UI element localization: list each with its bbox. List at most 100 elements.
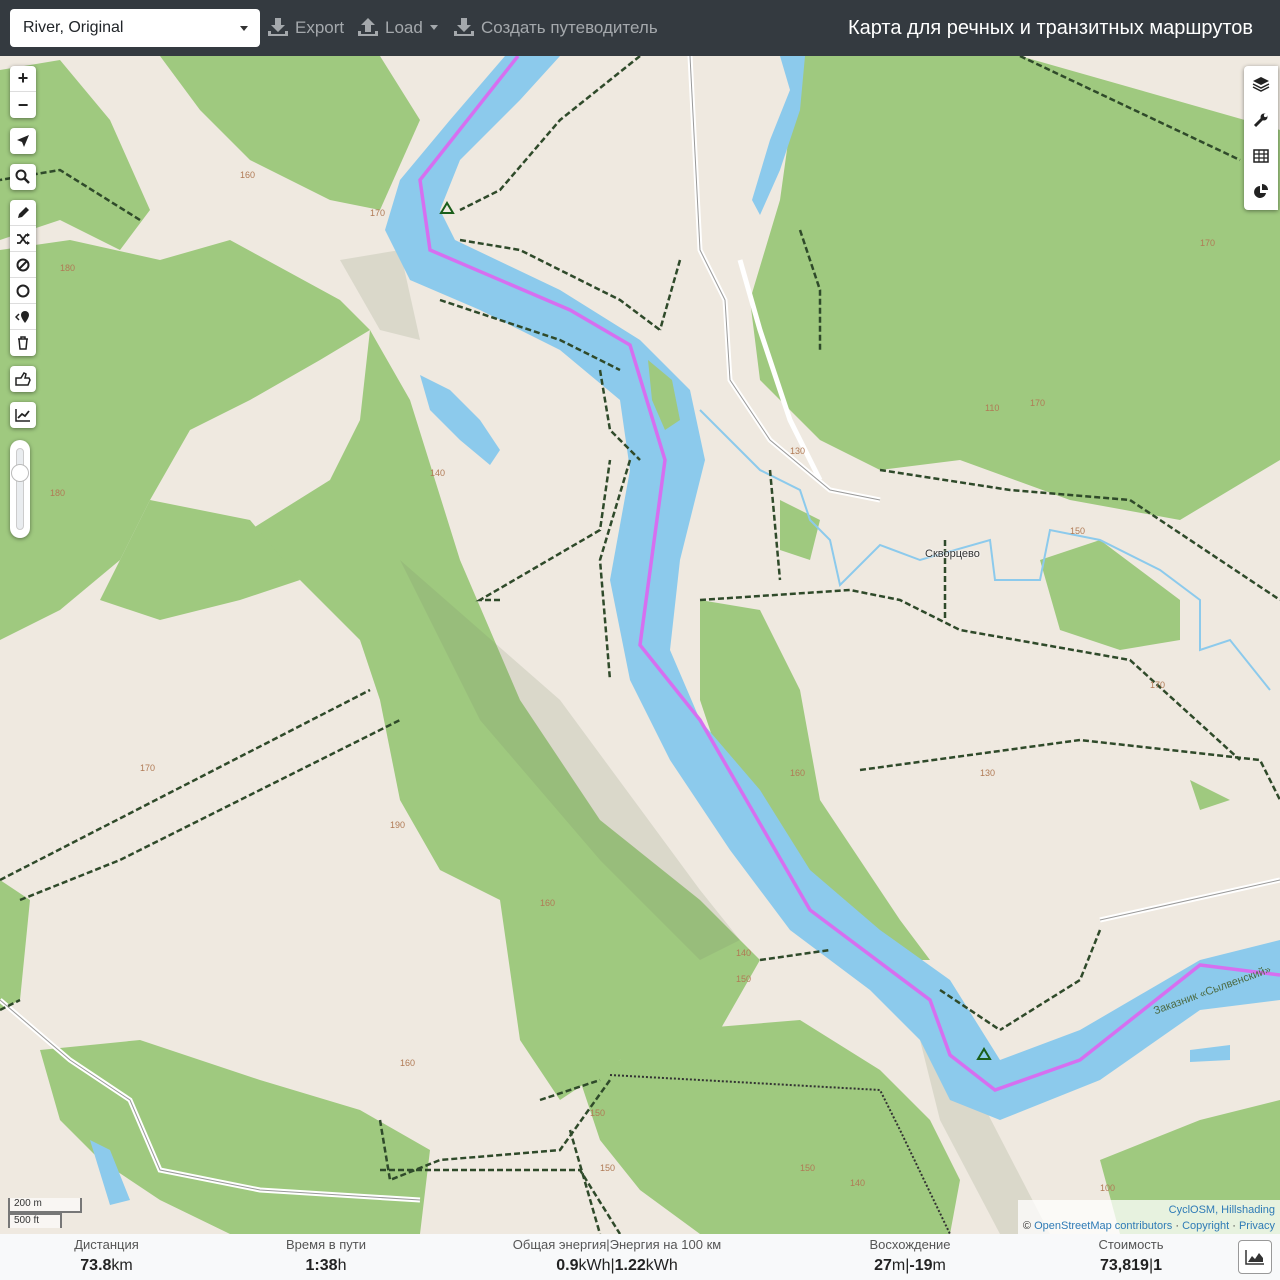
thumb-button[interactable]	[10, 366, 36, 392]
stat-time: Время в пути 1:38h	[275, 1234, 377, 1277]
locate-control	[10, 128, 36, 154]
privacy-link[interactable]: Privacy	[1239, 1220, 1275, 1232]
draw-toolbar	[10, 200, 36, 356]
stat-energy-per100-unit: kWh	[645, 1257, 678, 1274]
opacity-slider-track	[16, 448, 24, 530]
custom-control	[10, 366, 36, 392]
table-icon	[1253, 149, 1269, 163]
stat-energy-value: 0.9	[556, 1257, 579, 1274]
stat-cost-value: 73,819	[1100, 1257, 1149, 1274]
circle-icon	[16, 284, 30, 297]
map-canvas[interactable]: 180 180 170 160 190 140 160 150 140 150 160 130 110 1…	[0, 56, 1280, 1234]
right-toolbar	[1244, 66, 1278, 210]
locate-icon	[17, 135, 29, 147]
profile-select[interactable]: River, Original	[10, 9, 260, 47]
contour-label: 180	[50, 488, 65, 498]
delete-route-button[interactable]	[10, 330, 36, 356]
contour-label: 150	[1070, 526, 1085, 536]
elevation-button[interactable]	[10, 402, 36, 428]
contour-label: 150	[800, 1163, 815, 1173]
map-tiles: 180 180 170 160 190 140 160 150 140 150 160 130 110 1…	[0, 56, 1280, 1234]
attribution: CyclOSM, Hillshading © OpenStreetMap con…	[1017, 1200, 1280, 1236]
stat-energy-unit: kWh	[578, 1257, 611, 1274]
stat-cost-value2: 1	[1153, 1257, 1162, 1274]
stat-distance-value: 73.8	[80, 1257, 112, 1274]
trash-icon	[18, 336, 28, 350]
contour-label: 180	[60, 263, 75, 273]
thumb-icon	[15, 372, 31, 386]
contour-label: 150	[736, 974, 751, 984]
stat-distance: Дистанция 73.8km	[60, 1234, 153, 1277]
stat-time-unit: h	[337, 1257, 347, 1274]
profile-select-value: River, Original	[23, 19, 124, 36]
zoom-out-button[interactable]: −	[10, 92, 36, 118]
contour-label: 160	[540, 898, 555, 908]
wrench-icon	[1253, 113, 1268, 128]
app-title: Карта для речных и транзитных маршрутов	[847, 17, 1253, 39]
osm-link[interactable]: OpenStreetMap contributors	[1034, 1220, 1172, 1232]
contour-label: 160	[790, 768, 805, 778]
search-control	[10, 164, 36, 190]
stat-ascent-unit: m	[891, 1257, 906, 1274]
zoom-in-button[interactable]: +	[10, 66, 36, 92]
contour-label: 130	[790, 446, 805, 456]
elevation-icon	[15, 409, 30, 422]
locate-button[interactable]	[10, 128, 36, 154]
contour-label: 100	[1100, 1183, 1115, 1193]
stat-energy-label: Общая энергия|Энергия на 100 км	[512, 1237, 722, 1252]
contour-label: 170	[1030, 398, 1045, 408]
contour-label: 160	[400, 1058, 415, 1068]
stat-descent-value: -19	[909, 1257, 933, 1274]
opacity-slider[interactable]	[10, 440, 30, 538]
area-chart-icon	[1245, 1250, 1264, 1265]
export-label: Export	[295, 18, 345, 37]
scale-imperial: 500 ft	[8, 1213, 62, 1228]
zoom-in-label: +	[17, 68, 29, 88]
load-button[interactable]: Load	[358, 14, 438, 42]
contour-label: 150	[590, 1108, 605, 1118]
circle-tool-button[interactable]	[10, 278, 36, 304]
export-button[interactable]: Export	[268, 14, 344, 42]
shuffle-icon	[17, 232, 30, 245]
contour-label: 170	[1200, 238, 1215, 248]
stat-descent-unit: m	[932, 1257, 946, 1274]
contour-label: 140	[850, 1178, 865, 1188]
contour-label: 140	[430, 468, 445, 478]
no-go-area-button[interactable]	[10, 252, 36, 278]
chevron-down-icon	[429, 25, 438, 30]
place-label: Скворцево	[925, 548, 980, 560]
stat-ascent: Восхождение 27m|-19m	[855, 1234, 965, 1277]
settings-button[interactable]	[1244, 102, 1278, 138]
contour-label: 190	[390, 820, 405, 830]
stat-cost: Стоимость 73,819|1	[1082, 1234, 1180, 1277]
reverse-route-button[interactable]	[10, 226, 36, 252]
draw-route-button[interactable]	[10, 200, 36, 226]
zoom-out-label: −	[17, 94, 29, 115]
stat-ascent-value: 27	[874, 1257, 892, 1274]
stat-cost-label: Стоимость	[1098, 1237, 1164, 1252]
elevation-control	[10, 402, 36, 428]
analysis-button[interactable]	[1244, 174, 1278, 210]
search-button[interactable]	[10, 164, 36, 190]
tiles-attribution-link[interactable]: CyclOSM, Hillshading	[1169, 1204, 1275, 1216]
chevron-down-icon	[240, 26, 248, 31]
poi-button[interactable]	[10, 304, 36, 330]
scale-metric: 200 m	[8, 1198, 82, 1213]
contour-label: 170	[1150, 680, 1165, 690]
copyright-link[interactable]: Copyright	[1182, 1220, 1229, 1232]
contour-label: 140	[736, 948, 751, 958]
opacity-slider-thumb[interactable]	[11, 464, 29, 482]
marker-icon	[15, 310, 29, 323]
contour-label: 170	[140, 763, 155, 773]
search-icon	[15, 169, 30, 184]
route-stats-bar: Дистанция 73.8km Время в пути 1:38h Обща…	[0, 1234, 1280, 1280]
upload-icon	[358, 18, 378, 36]
stat-ascent-label: Восхождение	[869, 1237, 951, 1252]
download-icon	[454, 18, 474, 36]
stat-time-value: 1:38	[305, 1257, 338, 1274]
create-guide-button[interactable]: Создать путеводитель	[454, 14, 658, 42]
layers-button[interactable]	[1244, 66, 1278, 102]
elevation-chart-button[interactable]	[1238, 1240, 1272, 1274]
zoom-control: + −	[10, 66, 36, 118]
data-table-button[interactable]	[1244, 138, 1278, 174]
